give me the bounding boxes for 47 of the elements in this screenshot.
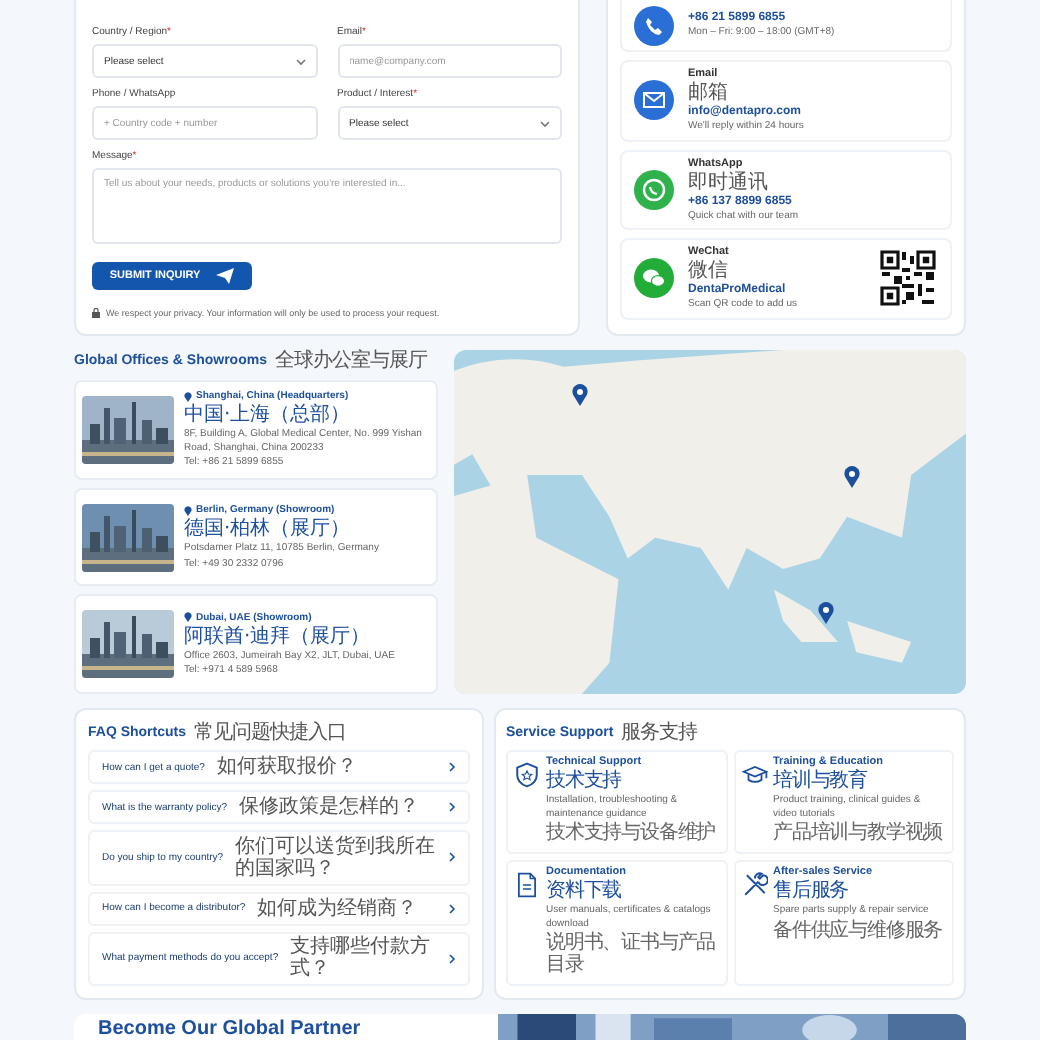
section-subtitle: 全球办公室与展厅 xyxy=(274,350,427,372)
service-title-zh: 售后服务 xyxy=(773,880,851,902)
chevron-right-icon xyxy=(448,802,456,812)
service-description-zh: 技术支持与设备维护 xyxy=(546,822,718,844)
chevron-right-icon xyxy=(448,852,456,863)
email-icon xyxy=(634,80,674,121)
contact-title-zh: 即时通讯 xyxy=(688,171,770,193)
qr-code-icon xyxy=(878,248,938,309)
shield-icon xyxy=(514,762,540,788)
office-name-zh: 阿联酋·迪拜（展厅） xyxy=(184,625,373,648)
tools-icon xyxy=(741,872,767,898)
lock-icon xyxy=(92,308,100,318)
chevron-right-icon xyxy=(448,903,456,913)
faq-question-zh: 支持哪些付款方式？ xyxy=(290,936,433,981)
location-pin-icon xyxy=(184,505,192,515)
faq-question-zh: 保修政策是怎样的？ xyxy=(239,796,422,818)
whatsapp-icon xyxy=(634,169,674,210)
map-pin-icon[interactable] xyxy=(843,466,860,489)
service-description-zh: 备件供应与维修服务 xyxy=(773,919,943,941)
service-description-zh: 说明书、证书与产品目录 xyxy=(546,932,718,976)
office-name-zh: 德国·柏林（展厅） xyxy=(184,518,353,540)
contact-title-zh: 邮箱 xyxy=(688,82,730,104)
service-title-zh: 技术支持 xyxy=(546,770,624,792)
location-pin-icon xyxy=(184,612,192,623)
phone-icon xyxy=(634,6,674,46)
wechat-icon xyxy=(634,258,674,299)
send-icon xyxy=(216,268,235,284)
map-pin-icon[interactable] xyxy=(817,601,834,624)
chevron-down-icon xyxy=(295,57,305,65)
faq-question-zh: 如何获取报价？ xyxy=(216,756,359,778)
document-icon xyxy=(514,872,540,898)
chevron-right-icon xyxy=(448,762,456,772)
banner-title: Become Our Global Partner xyxy=(96,1016,363,1040)
service-title-zh: 培训与教育 xyxy=(773,770,870,792)
faq-question-zh: 如何成为经销商？ xyxy=(257,897,420,919)
office-name-zh: 中国·上海（总部） xyxy=(184,404,353,427)
section-subtitle: 常见问题快捷入口 xyxy=(194,722,347,744)
graduation-cap-icon xyxy=(741,762,767,788)
contact-title-zh: 微信 xyxy=(688,260,730,282)
chevron-right-icon xyxy=(448,953,456,964)
location-pin-icon xyxy=(184,391,192,402)
service-description-zh: 产品培训与教学视频 xyxy=(773,822,945,844)
faq-question-zh: 你们可以送货到我所在的国家吗？ xyxy=(235,835,436,880)
service-title-zh: 资料下载 xyxy=(546,880,624,902)
section-subtitle: 服务支持 xyxy=(621,722,698,744)
map-pin-icon[interactable] xyxy=(571,384,588,407)
chevron-down-icon xyxy=(540,119,550,127)
